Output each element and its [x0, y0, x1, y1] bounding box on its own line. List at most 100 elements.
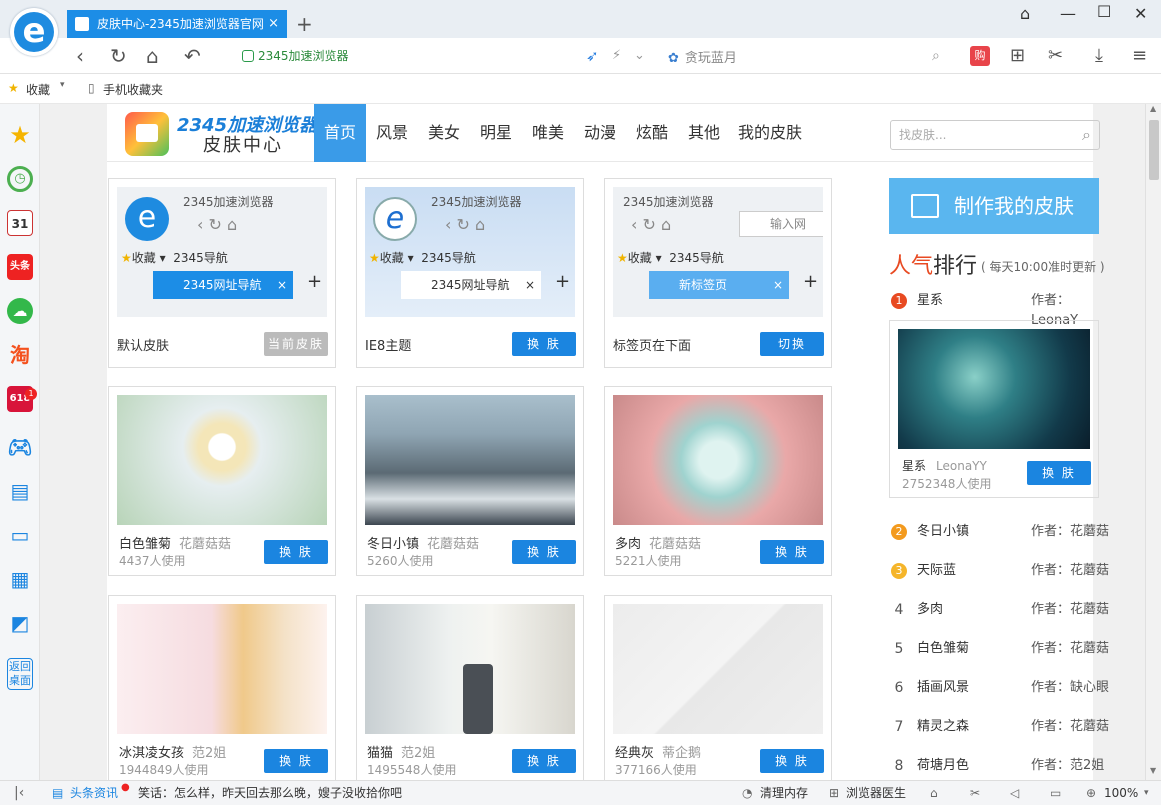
search-box[interactable]: ✿ 贪玩蓝月 [668, 47, 737, 66]
rank-item[interactable]: 4 多肉 作者：花蘑菇 [889, 600, 1109, 620]
rank-item[interactable]: 2 冬日小镇 作者：花蘑菇 [889, 522, 1109, 542]
clean-memory-button[interactable]: 清理内存 [760, 781, 808, 806]
undo-icon[interactable]: ↶ [184, 44, 201, 68]
rank-item[interactable]: 6 插画风景 作者：缺心眼 [889, 678, 1109, 698]
skin-card[interactable]: 猫猫 范2姐 1495548人使用 换 肤 [356, 595, 584, 780]
toutiao-icon[interactable]: 头条 [7, 254, 33, 280]
rank-item[interactable]: 5 白色雏菊 作者：花蘑菇 [889, 639, 1109, 659]
browser-logo[interactable]: e [10, 8, 58, 56]
browser-tab[interactable]: 皮肤中心-2345加速浏览器官网 × [67, 10, 287, 38]
switch-theme-button[interactable]: 切换 [760, 332, 824, 356]
rank-item[interactable]: 1 星系 作者：LeonaY [889, 291, 1109, 328]
chevron-down-icon[interactable]: ⌄ [634, 44, 645, 68]
apply-skin-button[interactable]: 换 肤 [512, 540, 576, 564]
apply-skin-button[interactable]: 换 肤 [264, 749, 328, 773]
refresh-icon[interactable]: ↻ [110, 44, 127, 68]
clock-icon[interactable]: ◷ [7, 166, 33, 192]
rank-item[interactable]: 3 天际蓝 作者：花蘑菇 [889, 561, 1109, 581]
download-icon[interactable]: ⤓ [1095, 44, 1103, 68]
news-ticker[interactable]: 笑话：怎么样，昨天回去那么晚，嫂子没收拾你吧 [138, 781, 402, 806]
skin-card[interactable]: 冬日小镇 花蘑菇菇 5260人使用 换 肤 [356, 386, 584, 576]
window-icon[interactable]: ▭ [1050, 781, 1061, 806]
close-window-button[interactable]: ✕ [1134, 4, 1147, 23]
skin-card[interactable]: 经典灰 蒂企鹅 377166人使用 换 肤 [604, 595, 832, 780]
taobao-icon[interactable]: 淘 [7, 342, 33, 368]
lightning-icon[interactable]: ⚡ [612, 44, 621, 68]
apply-skin-button[interactable]: 换 肤 [1027, 461, 1091, 485]
skin-card[interactable]: 冰淇凌女孩 范2姐 1944849人使用 换 肤 [108, 595, 336, 780]
skin-shirt-icon[interactable]: ⌂ [1020, 4, 1030, 23]
rank-item[interactable]: 7 精灵之森 作者：花蘑菇 [889, 717, 1109, 737]
speaker-icon[interactable]: ◁ [1010, 781, 1019, 806]
menu-icon[interactable]: ≡ [1132, 44, 1147, 68]
menu-item-anime[interactable]: 动漫 [574, 104, 626, 162]
apply-skin-button[interactable]: 换 肤 [264, 540, 328, 564]
mobile-favorites-button[interactable]: 手机收藏夹 [103, 81, 163, 98]
featured-skin-card[interactable]: 星系 LeonaYY 2752348人使用 换 肤 [889, 320, 1099, 498]
search-icon[interactable]: ⌕ [1082, 121, 1091, 149]
e-logo-icon: e [14, 12, 54, 52]
scissors-icon[interactable]: ✂ [970, 781, 980, 806]
home-icon[interactable]: ⌂ [146, 44, 159, 68]
chevron-down-icon[interactable]: ▾ [60, 80, 65, 90]
maximize-button[interactable]: ☐ [1097, 2, 1111, 21]
minimize-button[interactable]: — [1060, 4, 1076, 23]
skin-name: 冬日小镇 花蘑菇菇 [367, 537, 480, 552]
star-icon[interactable]: ★ [7, 122, 33, 148]
scroll-thumb[interactable] [1149, 120, 1159, 180]
skin-search-input[interactable]: 找皮肤... ⌕ [890, 120, 1100, 150]
video-icon[interactable]: ▤ [7, 478, 33, 504]
menu-item-home[interactable]: 首页 [314, 104, 366, 162]
favorites-button[interactable]: 收藏 [26, 81, 50, 98]
purchase-button[interactable]: 购 [970, 46, 990, 66]
zoom-level[interactable]: 100% [1104, 781, 1138, 806]
mini-nav-icons: ‹ ↻ ⌂ [197, 215, 238, 234]
menu-item-aesthetic[interactable]: 唯美 [522, 104, 574, 162]
menu-item-cool[interactable]: 炫酷 [626, 104, 678, 162]
calendar-icon[interactable]: 31 [7, 210, 33, 236]
skin-center-logo-icon[interactable] [125, 112, 169, 156]
calculator-icon[interactable]: ▦ [7, 566, 33, 592]
wechat-icon[interactable]: ☁ [7, 298, 33, 324]
apps-icon[interactable]: ⊞ [1010, 44, 1025, 68]
theme-card[interactable]: e 2345加速浏览器 ‹ ↻ ⌂ ★收藏 ▾ 2345导航 2345网址导航 … [356, 178, 584, 368]
new-tab-button[interactable]: + [296, 10, 313, 38]
current-skin-button[interactable]: 当前皮肤 [264, 332, 328, 356]
home-icon[interactable]: ⌂ [930, 781, 938, 806]
apply-skin-button[interactable]: 换 肤 [512, 749, 576, 773]
notepad-icon[interactable]: ◩ [7, 610, 33, 636]
make-skin-button[interactable]: 制作我的皮肤 [889, 178, 1099, 234]
back-to-desktop-button[interactable]: 返回桌面 [7, 658, 33, 690]
menu-item-scenery[interactable]: 风景 [366, 104, 418, 162]
apply-skin-button[interactable]: 换 肤 [512, 332, 576, 356]
menu-item-beauty[interactable]: 美女 [418, 104, 470, 162]
theme-card[interactable]: e 2345加速浏览器 ‹ ↻ ⌂ ★收藏 ▾ 2345导航 2345网址导航 … [108, 178, 336, 368]
skin-card[interactable]: 多肉 花蘑菇菇 5221人使用 换 肤 [604, 386, 832, 576]
address-bar[interactable]: 2345加速浏览器 [242, 47, 349, 64]
gamepad-icon[interactable]: 🎮︎ [7, 434, 33, 460]
skin-preview-image [613, 395, 823, 525]
vertical-scrollbar[interactable]: ▲ ▼ [1145, 104, 1161, 780]
back-icon[interactable]: ‹ [76, 44, 84, 68]
browser-doctor-button[interactable]: 浏览器医生 [846, 781, 906, 806]
skin-card[interactable]: 白色雏菊 花蘑菇菇 4437人使用 换 肤 [108, 386, 336, 576]
monitor-icon[interactable]: ▭ [7, 522, 33, 548]
scroll-up-icon[interactable]: ▲ [1150, 104, 1156, 113]
rocket-icon[interactable]: ➶ [586, 44, 599, 68]
vase-shape [463, 664, 493, 734]
apply-skin-button[interactable]: 换 肤 [760, 749, 824, 773]
chevron-down-icon[interactable]: ▾ [1144, 781, 1149, 806]
collapse-sidebar-icon[interactable]: |‹ [14, 781, 24, 806]
zoom-icon[interactable]: ⊕ [1086, 781, 1096, 806]
menu-item-star[interactable]: 明星 [470, 104, 522, 162]
theme-card[interactable]: 2345加速浏览器 ‹ ↻ ⌂ 输入网 ★收藏 ▾ 2345导航 新标签页 × … [604, 178, 832, 368]
apply-skin-button[interactable]: 换 肤 [760, 540, 824, 564]
rank-item[interactable]: 8 荷塘月色 作者：范2姐 [889, 756, 1109, 776]
menu-item-other[interactable]: 其他 [678, 104, 730, 162]
news-label[interactable]: 头条资讯 [70, 781, 118, 806]
search-icon[interactable]: ⌕ [932, 44, 940, 68]
scroll-down-icon[interactable]: ▼ [1150, 766, 1156, 775]
close-tab-button[interactable]: × [268, 10, 279, 38]
menu-item-my-skins[interactable]: 我的皮肤 [730, 104, 810, 162]
scissors-icon[interactable]: ✂ [1048, 44, 1063, 68]
